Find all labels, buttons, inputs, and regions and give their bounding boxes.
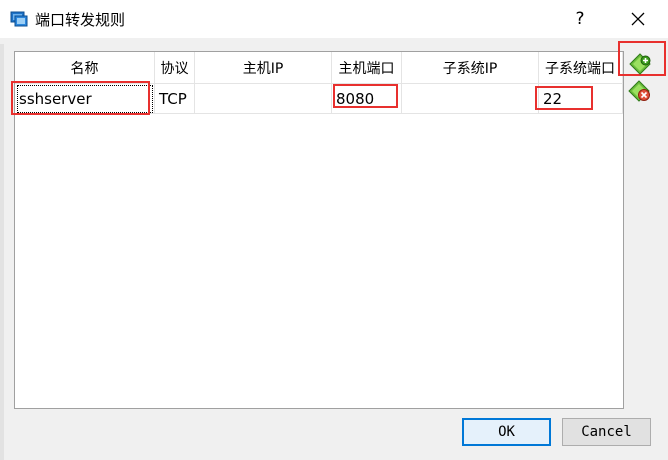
cancel-button[interactable]: Cancel [562,418,651,446]
left-edge-strip [0,44,4,460]
cell-host-port[interactable]: 8080 [332,84,402,114]
column-header-guest-port[interactable]: 子系统端口 [539,52,623,84]
title-bar: 端口转发规则 ? [0,0,668,38]
ok-button[interactable]: OK [462,418,551,446]
cell-protocol[interactable]: TCP [155,84,195,114]
cell-guest-port[interactable]: 22 [539,84,623,114]
column-header-guest-ip[interactable]: 子系统IP [402,52,539,84]
add-rule-icon [629,53,651,75]
column-header-name[interactable]: 名称 [15,52,155,84]
close-button[interactable] [622,4,654,34]
help-button[interactable]: ? [566,4,594,34]
add-rule-button[interactable] [628,52,652,76]
remove-rule-button[interactable] [628,79,652,103]
window-title: 端口转发规则 [35,11,126,29]
close-icon [631,12,645,26]
column-header-host-port[interactable]: 主机端口 [332,52,402,84]
remove-rule-icon [628,80,650,102]
port-forwarding-table[interactable]: 名称 协议 主机IP 主机端口 子系统IP 子系统端口 sshserver TC… [14,51,624,409]
app-window-icon [10,10,28,28]
column-header-host-ip[interactable]: 主机IP [195,52,332,84]
column-header-protocol[interactable]: 协议 [155,52,195,84]
cell-host-ip[interactable] [195,84,332,114]
cell-guest-ip[interactable] [402,84,539,114]
focus-rectangle [17,85,153,113]
